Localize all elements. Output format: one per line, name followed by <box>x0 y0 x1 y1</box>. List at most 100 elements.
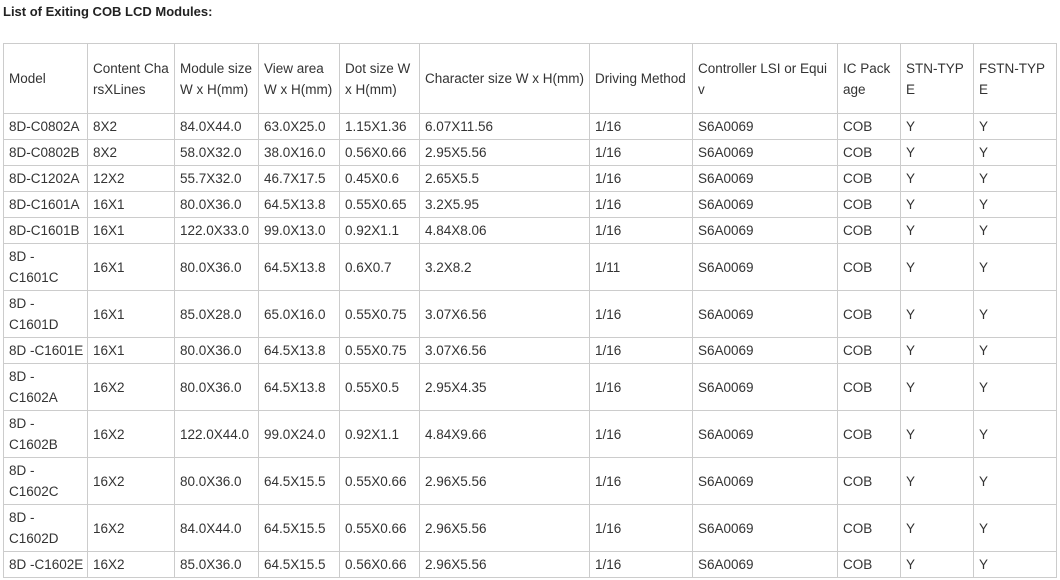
cell-view-area: 63.0X25.0 <box>258 113 340 140</box>
cell-fstn-type: Y <box>973 504 1057 552</box>
cell-character-size: 6.07X11.56 <box>419 113 590 140</box>
column-header-view-area: View area W x H(mm) <box>258 43 340 114</box>
cell-stn-type: Y <box>900 113 974 140</box>
cell-fstn-type: Y <box>973 243 1057 291</box>
cell-view-area: 99.0X24.0 <box>258 410 340 458</box>
cell-fstn-type: Y <box>973 113 1057 140</box>
cell-ic-package: COB <box>837 551 901 578</box>
cell-content: 16X2 <box>87 504 175 552</box>
cell-ic-package: COB <box>837 191 901 218</box>
cell-module-size: 84.0X44.0 <box>174 504 259 552</box>
cell-controller: S6A0069 <box>692 504 838 552</box>
cell-view-area: 64.5X15.5 <box>258 457 340 505</box>
cell-dot-size: 0.45X0.6 <box>339 165 420 192</box>
cell-ic-package: COB <box>837 113 901 140</box>
cell-fstn-type: Y <box>973 457 1057 505</box>
cell-controller: S6A0069 <box>692 191 838 218</box>
cell-content: 16X1 <box>87 290 175 338</box>
cell-view-area: 46.7X17.5 <box>258 165 340 192</box>
cell-dot-size: 0.55X0.75 <box>339 337 420 364</box>
cell-stn-type: Y <box>900 139 974 166</box>
cell-driving-method: 1/16 <box>589 457 693 505</box>
column-header-dot-size: Dot size W x H(mm) <box>339 43 420 114</box>
cell-controller: S6A0069 <box>692 113 838 140</box>
cell-model: 8D-C0802A <box>3 113 88 140</box>
cell-module-size: 55.7X32.0 <box>174 165 259 192</box>
cell-module-size: 80.0X36.0 <box>174 337 259 364</box>
cell-model: 8D - C1601D <box>3 290 88 338</box>
column-header-controller: Controller LSI or Equiv <box>692 43 838 114</box>
cell-controller: S6A0069 <box>692 243 838 291</box>
table-row: 8D -C1601E 16X1 80.0X36.0 64.5X13.8 0.55X0.7… <box>3 337 1057 364</box>
cell-content: 8X2 <box>87 139 175 166</box>
cell-fstn-type: Y <box>973 337 1057 364</box>
cell-stn-type: Y <box>900 290 974 338</box>
cell-dot-size: 1.15X1.36 <box>339 113 420 140</box>
cell-model: 8D-C0802B <box>3 139 88 166</box>
cell-module-size: 84.0X44.0 <box>174 113 259 140</box>
table-row: 8D-C1601B 16X1 122.0X33.0 99.0X13.0 0.92X1.1… <box>3 217 1057 244</box>
table-row: 8D -C1602E 16X2 85.0X36.0 64.5X15.5 0.56X0.6… <box>3 551 1057 578</box>
cell-content: 16X1 <box>87 217 175 244</box>
cell-fstn-type: Y <box>973 191 1057 218</box>
cell-module-size: 80.0X36.0 <box>174 243 259 291</box>
table-header-row: Model Content CharsXLines Module size W … <box>3 43 1057 114</box>
cell-content: 16X2 <box>87 410 175 458</box>
cell-module-size: 80.0X36.0 <box>174 363 259 411</box>
cell-model: 8D-C1601B <box>3 217 88 244</box>
column-header-module-size: Module size W x H(mm) <box>174 43 259 114</box>
cell-character-size: 2.65X5.5 <box>419 165 590 192</box>
cell-driving-method: 1/16 <box>589 165 693 192</box>
cell-model: 8D - C1602B <box>3 410 88 458</box>
cell-controller: S6A0069 <box>692 363 838 411</box>
cell-content: 12X2 <box>87 165 175 192</box>
cell-dot-size: 0.6X0.7 <box>339 243 420 291</box>
cell-module-size: 122.0X44.0 <box>174 410 259 458</box>
table-body: 8D-C0802A 8X2 84.0X44.0 63.0X25.0 1.15X1.36 6… <box>3 113 1057 578</box>
cell-dot-size: 0.92X1.1 <box>339 217 420 244</box>
cell-controller: S6A0069 <box>692 139 838 166</box>
cell-fstn-type: Y <box>973 410 1057 458</box>
cell-model: 8D - C1601C <box>3 243 88 291</box>
cell-content: 16X2 <box>87 457 175 505</box>
cell-ic-package: COB <box>837 504 901 552</box>
column-header-ic-package: IC Package <box>837 43 901 114</box>
cell-content: 16X2 <box>87 551 175 578</box>
cell-model: 8D - C1602C <box>3 457 88 505</box>
cell-fstn-type: Y <box>973 551 1057 578</box>
cell-stn-type: Y <box>900 243 974 291</box>
cell-character-size: 2.95X4.35 <box>419 363 590 411</box>
cell-ic-package: COB <box>837 243 901 291</box>
cell-controller: S6A0069 <box>692 457 838 505</box>
cob-lcd-modules-table: Model Content CharsXLines Module size W … <box>3 43 1057 578</box>
cell-content: 16X1 <box>87 243 175 291</box>
cell-controller: S6A0069 <box>692 290 838 338</box>
column-header-character-size: Character size W x H(mm) <box>419 43 590 114</box>
cell-ic-package: COB <box>837 139 901 166</box>
cell-stn-type: Y <box>900 410 974 458</box>
cell-driving-method: 1/16 <box>589 551 693 578</box>
cell-controller: S6A0069 <box>692 337 838 364</box>
cell-driving-method: 1/11 <box>589 243 693 291</box>
cell-character-size: 3.2X8.2 <box>419 243 590 291</box>
cell-fstn-type: Y <box>973 139 1057 166</box>
cell-stn-type: Y <box>900 337 974 364</box>
cell-module-size: 85.0X28.0 <box>174 290 259 338</box>
table-row: 8D-C1202A 12X2 55.7X32.0 46.7X17.5 0.45X0.6 2… <box>3 165 1057 192</box>
column-header-stn-type: STN-TYPE <box>900 43 974 114</box>
cell-model: 8D - C1602D <box>3 504 88 552</box>
cell-model: 8D - C1602A <box>3 363 88 411</box>
cell-character-size: 2.95X5.56 <box>419 139 590 166</box>
cell-model: 8D-C1601A <box>3 191 88 218</box>
cell-module-size: 80.0X36.0 <box>174 457 259 505</box>
cell-module-size: 80.0X36.0 <box>174 191 259 218</box>
cell-driving-method: 1/16 <box>589 191 693 218</box>
cell-character-size: 4.84X8.06 <box>419 217 590 244</box>
cell-view-area: 64.5X13.8 <box>258 191 340 218</box>
cell-ic-package: COB <box>837 165 901 192</box>
cell-model: 8D-C1202A <box>3 165 88 192</box>
cell-view-area: 64.5X15.5 <box>258 551 340 578</box>
cell-fstn-type: Y <box>973 363 1057 411</box>
cell-view-area: 64.5X13.8 <box>258 363 340 411</box>
cell-view-area: 65.0X16.0 <box>258 290 340 338</box>
